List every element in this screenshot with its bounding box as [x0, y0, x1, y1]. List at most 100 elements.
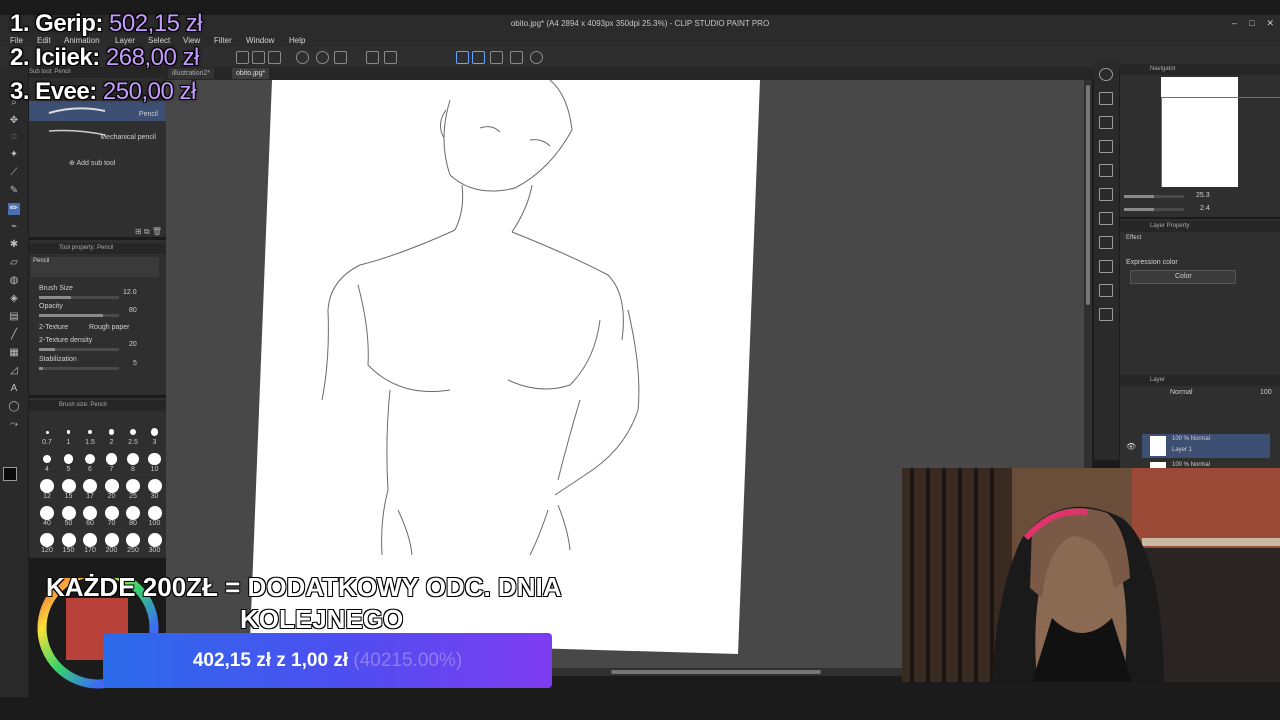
brush-size-dot[interactable] — [108, 429, 115, 435]
zoom-icon[interactable] — [1099, 68, 1113, 81]
minimize-icon[interactable]: – — [1232, 18, 1237, 29]
invert-selection-icon[interactable] — [1099, 164, 1113, 177]
brush-size-dot[interactable] — [150, 428, 159, 436]
balloon-tool-icon[interactable]: ◯ — [8, 401, 20, 413]
brush-size-dot[interactable] — [104, 533, 119, 547]
gradient-tool-icon[interactable]: ▤ — [8, 311, 20, 323]
brush-size-slider[interactable] — [39, 296, 119, 299]
brush-size-dot[interactable] — [147, 533, 162, 547]
opacity-slider[interactable] — [39, 314, 119, 317]
menu-window[interactable]: Window — [246, 36, 274, 45]
blend-mode-select[interactable]: Normal — [1170, 389, 1193, 396]
navigator-zoom-value[interactable]: 25.3 — [1196, 192, 1210, 199]
brush-size-dot[interactable] — [42, 454, 52, 464]
opacity-value[interactable]: 80 — [129, 307, 137, 314]
subtool-item-mechanical-pencil[interactable]: Mechanical pencil — [29, 123, 166, 143]
brush-size-dot[interactable] — [61, 479, 76, 493]
texture-density-slider[interactable] — [39, 348, 119, 351]
brush-size-dot[interactable] — [126, 479, 140, 493]
expand-selection-icon[interactable] — [1099, 284, 1113, 297]
move-tool-icon[interactable]: ✥ — [8, 115, 20, 127]
subtool-panel-icons[interactable]: ⊞ ⧉ 🗑 — [135, 227, 162, 237]
auto-select-icon[interactable]: ✦ — [8, 149, 20, 161]
undo-icon[interactable] — [296, 51, 309, 64]
brush-size-dot[interactable] — [83, 479, 97, 493]
text-tool-icon[interactable]: A — [8, 383, 20, 395]
brush-size-dot[interactable] — [129, 428, 137, 436]
brush-size-dot[interactable] — [40, 479, 54, 493]
snap-special-ruler-icon[interactable] — [472, 51, 485, 64]
fill-icon[interactable] — [366, 51, 379, 64]
lasso-tool-icon[interactable]: ◌ — [8, 131, 20, 143]
brush-tool-icon[interactable]: ⌁ — [8, 221, 20, 233]
snap-ruler-icon[interactable] — [456, 51, 469, 64]
brush-size-dot[interactable] — [61, 533, 76, 547]
eye-icon[interactable]: 👁 — [1126, 442, 1136, 451]
brush-size-dot[interactable] — [104, 506, 119, 520]
airbrush-tool-icon[interactable]: ✱ — [8, 239, 20, 251]
pen-tool-icon[interactable]: ✎ — [8, 185, 20, 197]
menu-help[interactable]: Help — [289, 36, 305, 45]
brush-size-dot[interactable] — [84, 453, 96, 465]
brush-size-dot[interactable] — [126, 533, 140, 547]
open-icon[interactable] — [252, 51, 265, 64]
navigator-zoom-slider[interactable] — [1124, 195, 1184, 198]
maximize-icon[interactable]: □ — [1249, 18, 1254, 29]
expression-color-select[interactable]: Color — [1130, 270, 1236, 284]
brush-size-dot[interactable] — [148, 452, 161, 466]
blend-tool-icon[interactable]: ◍ — [8, 275, 20, 287]
texture-select[interactable]: Rough paper — [89, 324, 129, 331]
pencil-tool-icon[interactable]: ✏ — [8, 203, 20, 215]
new-file-icon[interactable] — [236, 51, 249, 64]
fill-layer-icon[interactable] — [1099, 116, 1113, 129]
brush-size-dot[interactable] — [147, 479, 162, 493]
transform-icon[interactable] — [1099, 236, 1113, 249]
layer-opacity-value[interactable]: 100 — [1260, 389, 1272, 396]
close-icon[interactable]: ✕ — [1266, 18, 1274, 29]
paste-icon[interactable] — [1099, 212, 1113, 225]
ruler-icon[interactable] — [510, 51, 523, 64]
brush-size-dot[interactable] — [105, 453, 118, 465]
navigator-angle-slider[interactable] — [1124, 208, 1184, 211]
shrink-selection-icon[interactable] — [1099, 308, 1113, 321]
copy-icon[interactable] — [1099, 188, 1113, 201]
brush-size-dot[interactable] — [83, 506, 97, 520]
clear-icon[interactable] — [334, 51, 347, 64]
eraser-tool-icon[interactable]: ▱ — [8, 257, 20, 269]
clear-layer-icon[interactable] — [1099, 92, 1113, 105]
save-icon[interactable] — [268, 51, 281, 64]
crop-icon[interactable] — [1099, 260, 1113, 273]
texture-density-value[interactable]: 20 — [129, 341, 137, 348]
transform-icon[interactable] — [384, 51, 397, 64]
correct-line-icon[interactable]: ⤳ — [8, 419, 20, 431]
help-icon[interactable] — [530, 51, 543, 64]
deselect-icon[interactable] — [1099, 140, 1113, 153]
snap-grid-icon[interactable] — [490, 51, 503, 64]
tab-obito[interactable]: obito.jpg* — [232, 68, 270, 79]
redo-icon[interactable] — [316, 51, 329, 64]
brush-size-dot[interactable] — [66, 430, 71, 434]
navigator-preview[interactable] — [1161, 77, 1280, 187]
menu-filter[interactable]: Filter — [214, 36, 232, 45]
add-subtool-button[interactable]: ⊕ Add sub tool — [69, 159, 115, 167]
navigator-angle-value[interactable]: 2.4 — [1200, 205, 1210, 212]
brush-size-dot[interactable] — [126, 506, 140, 520]
stabilization-value[interactable]: 5 — [133, 360, 137, 367]
brush-size-dot[interactable] — [40, 506, 54, 520]
brush-size-value[interactable]: 12.0 — [123, 289, 137, 296]
stabilization-slider[interactable] — [39, 367, 119, 370]
brush-size-dot[interactable] — [127, 453, 139, 465]
layer-row[interactable]: 100 % Normal Layer 1 — [1142, 434, 1270, 458]
figure-tool-icon[interactable]: ╱ — [8, 329, 20, 341]
main-color-swatch[interactable] — [3, 467, 17, 481]
ruler-tool-icon[interactable]: ◿ — [8, 365, 20, 377]
brush-size-dot[interactable] — [61, 506, 76, 520]
frame-tool-icon[interactable]: ▦ — [8, 347, 20, 359]
brush-size-dot[interactable] — [45, 430, 49, 434]
drawing-canvas[interactable] — [250, 80, 760, 654]
brush-size-dot[interactable] — [40, 533, 54, 547]
brush-size-dot[interactable] — [63, 454, 74, 464]
eyedropper-icon[interactable]: ⟋ — [8, 167, 20, 179]
fill-tool-icon[interactable]: ◈ — [8, 293, 20, 305]
brush-size-dot[interactable] — [87, 429, 93, 435]
